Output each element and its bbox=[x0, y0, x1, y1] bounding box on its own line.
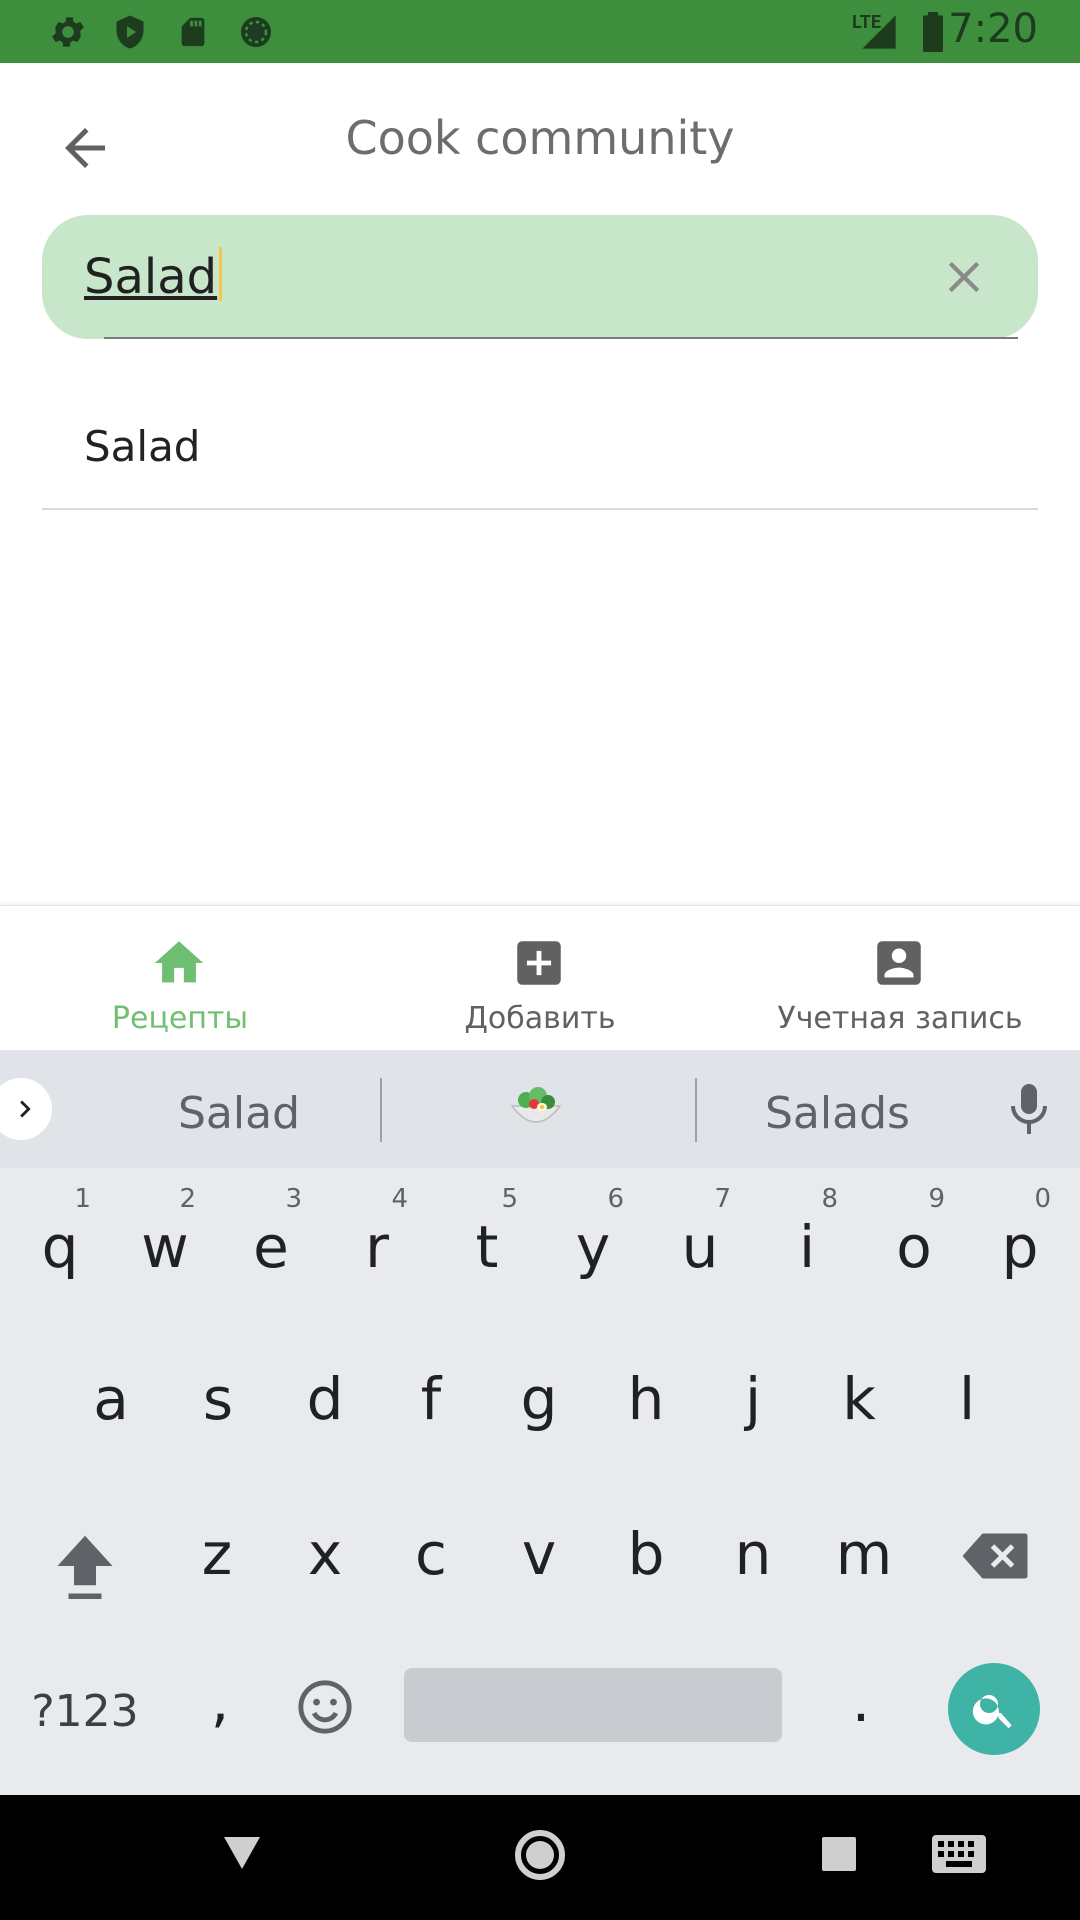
search-input-value: Salad bbox=[84, 249, 218, 305]
key-j[interactable]: j bbox=[718, 1370, 788, 1428]
bottom-navigation: Рецепты Добавить Учетная запись bbox=[0, 905, 1080, 1050]
key-i[interactable]: i8 bbox=[772, 1184, 842, 1276]
space-bar[interactable] bbox=[404, 1668, 782, 1742]
nav-label-add: Добавить bbox=[464, 1001, 616, 1036]
symbols-key[interactable]: ?123 bbox=[30, 1683, 140, 1741]
key-f[interactable]: f bbox=[396, 1370, 466, 1428]
key-t[interactable]: t5 bbox=[452, 1184, 522, 1276]
app-bar: Cook community bbox=[0, 63, 1080, 213]
key-e[interactable]: e3 bbox=[236, 1184, 306, 1276]
nav-item-recipes[interactable]: Рецепты bbox=[0, 906, 360, 1051]
key-n[interactable]: n bbox=[718, 1525, 788, 1583]
key-p[interactable]: p0 bbox=[985, 1184, 1055, 1276]
microphone-icon[interactable] bbox=[1005, 1082, 1053, 1138]
keyboard-suggestion-3[interactable]: Salads bbox=[765, 1088, 910, 1139]
key-u[interactable]: u7 bbox=[665, 1184, 735, 1276]
home-icon bbox=[154, 941, 204, 983]
salad-emoji-icon bbox=[510, 1087, 562, 1123]
key-l[interactable]: l bbox=[932, 1370, 1002, 1428]
status-bar: LTE 7:20 bbox=[0, 0, 1080, 63]
suggestion-label: Salad bbox=[84, 422, 201, 471]
key-period[interactable]: . bbox=[846, 1672, 876, 1730]
account-box-icon bbox=[877, 941, 921, 985]
close-icon[interactable] bbox=[938, 251, 990, 303]
shield-play-icon bbox=[116, 15, 144, 49]
key-c[interactable]: c bbox=[396, 1525, 466, 1583]
emoji-icon[interactable] bbox=[296, 1678, 354, 1736]
key-r[interactable]: r4 bbox=[342, 1184, 412, 1276]
shift-icon[interactable] bbox=[52, 1530, 118, 1602]
page-title: Cook community bbox=[345, 111, 735, 165]
strip-divider bbox=[380, 1078, 382, 1142]
key-v[interactable]: v bbox=[504, 1525, 574, 1583]
key-a[interactable]: a bbox=[76, 1370, 146, 1428]
key-z[interactable]: z bbox=[182, 1525, 252, 1583]
key-q[interactable]: q1 bbox=[25, 1184, 95, 1276]
battery-icon bbox=[923, 12, 943, 52]
nav-label-recipes: Рецепты bbox=[111, 1001, 249, 1036]
search-input[interactable]: Salad bbox=[84, 247, 223, 305]
key-g[interactable]: g bbox=[504, 1370, 574, 1428]
text-caret bbox=[219, 247, 223, 301]
nav-item-account[interactable]: Учетная запись bbox=[720, 906, 1080, 1051]
system-navigation-bar bbox=[0, 1795, 1080, 1920]
key-o[interactable]: o9 bbox=[879, 1184, 949, 1276]
key-m[interactable]: m bbox=[824, 1525, 904, 1583]
key-w[interactable]: w2 bbox=[130, 1184, 200, 1276]
strip-divider bbox=[695, 1078, 697, 1142]
key-b[interactable]: b bbox=[611, 1525, 681, 1583]
keyboard-suggestion-strip: Salad Salads bbox=[0, 1050, 1080, 1168]
gear-icon bbox=[52, 17, 84, 47]
chevron-right-icon bbox=[20, 1100, 31, 1118]
key-comma[interactable]: , bbox=[200, 1672, 240, 1730]
backspace-icon[interactable] bbox=[960, 1530, 1030, 1582]
add-box-icon bbox=[517, 941, 561, 985]
back-triangle-icon[interactable] bbox=[222, 1835, 262, 1871]
search-field[interactable]: Salad bbox=[42, 215, 1038, 339]
nav-label-account: Учетная запись bbox=[777, 1001, 1023, 1036]
key-k[interactable]: k bbox=[824, 1370, 894, 1428]
search-action-key[interactable] bbox=[948, 1663, 1040, 1755]
keyboard-icon[interactable] bbox=[932, 1835, 986, 1873]
sync-circle-icon bbox=[241, 17, 271, 47]
sd-card-icon bbox=[181, 17, 205, 47]
suggestion-item[interactable]: Salad bbox=[42, 400, 1038, 510]
expand-toolbar-button[interactable] bbox=[0, 1078, 52, 1140]
keyboard-suggestion-1[interactable]: Salad bbox=[178, 1088, 300, 1139]
home-circle-icon[interactable] bbox=[514, 1829, 566, 1881]
key-s[interactable]: s bbox=[183, 1370, 253, 1428]
keyboard-suggestion-2[interactable] bbox=[508, 1080, 564, 1136]
nav-item-add[interactable]: Добавить bbox=[360, 906, 720, 1051]
clock: 7:20 bbox=[948, 6, 1038, 52]
search-icon bbox=[972, 1695, 1012, 1729]
signal-icon bbox=[862, 15, 896, 49]
key-d[interactable]: d bbox=[290, 1370, 360, 1428]
search-underline bbox=[104, 337, 1018, 339]
key-x[interactable]: x bbox=[290, 1525, 360, 1583]
key-h[interactable]: h bbox=[611, 1370, 681, 1428]
recents-square-icon[interactable] bbox=[822, 1837, 856, 1871]
key-y[interactable]: y6 bbox=[558, 1184, 628, 1276]
